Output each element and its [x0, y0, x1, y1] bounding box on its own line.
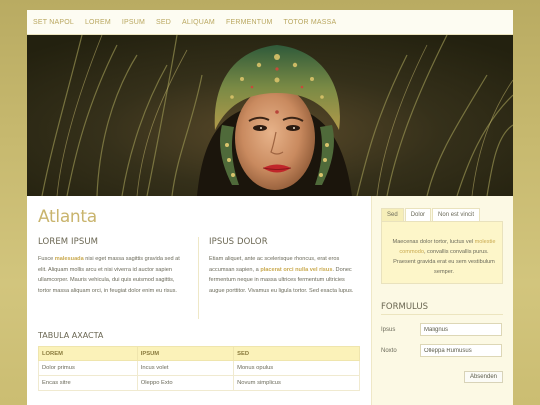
submit-button[interactable]: Absenden [463, 371, 503, 383]
ipsus-input[interactable] [420, 323, 502, 336]
column-ipsus-dolor: IPSUS DOLOR Etiam aliquet, ante ac scele… [199, 237, 360, 319]
field-label: Noxto [381, 347, 397, 354]
table-title: TABULA AXACTA [38, 331, 104, 340]
page-frame: SET NAPOL LOREM IPSUM SED ALIQUAM FERMEN… [27, 10, 513, 405]
submit-wrap: Absenden [381, 365, 503, 383]
table-header-cell: LOREM [38, 346, 138, 361]
nav-item-fermentum[interactable]: FERMENTUM [226, 19, 273, 26]
field-label: Ipsus [381, 326, 396, 333]
tab-sed[interactable]: Sed [381, 208, 404, 221]
two-column-text: LOREM IPSUM Fusce malesuada nisi eget ma… [38, 237, 361, 319]
content-area: Atlanta LOREM IPSUM Fusce malesuada nisi… [27, 196, 513, 405]
form-title: FORMULUS [381, 302, 503, 315]
table-header-cell: SED [233, 346, 360, 361]
table-cell: Encas sitre [38, 375, 138, 391]
data-table: LOREM IPSUM SED Dolor primus Incus volet… [38, 346, 360, 391]
table-cell: Novum simplicus [233, 375, 360, 391]
table-cell: Dolor primus [38, 360, 138, 376]
form-row-noxto: Noxto [381, 344, 503, 357]
top-nav: SET NAPOL LOREM IPSUM SED ALIQUAM FERMEN… [27, 10, 513, 35]
nav-item-totor-massa[interactable]: TOTOR MASSA [284, 19, 337, 26]
tab-bar: Sed Dolor Non est vincit [381, 208, 503, 221]
hero-image [27, 35, 513, 196]
hero-portrait-illustration [27, 35, 513, 196]
nav-item-aliquam[interactable]: ALIQUAM [182, 19, 215, 26]
nav-item-sed[interactable]: SED [156, 19, 171, 26]
table-row: Encas sitre Oleppo Exto Novum simplicus [38, 375, 360, 391]
table-header-cell: IPSUM [136, 346, 235, 361]
highlight-link[interactable]: placerat orci nulla vel risus [260, 267, 332, 273]
site-title: Atlanta [38, 207, 97, 227]
sidebar: Sed Dolor Non est vincit Maecenas dolor … [371, 196, 513, 405]
highlight-link[interactable]: malesuada [55, 256, 84, 262]
tab-non-est-vincit[interactable]: Non est vincit [432, 208, 481, 221]
tab-dolor[interactable]: Dolor [404, 208, 432, 221]
column-heading: IPSUS DOLOR [209, 237, 268, 247]
column-text: Fusce malesuada nisi eget massa sagittis… [38, 256, 180, 294]
column-heading: LOREM IPSUM [38, 237, 99, 247]
column-text: Etiam aliquet, ante ac scelerisque rhonc… [209, 256, 354, 294]
table-header-row: LOREM IPSUM SED [38, 346, 360, 361]
table-row: Dolor primus Incus volet Monus opulus [38, 360, 360, 376]
table-cell: Incus volet [136, 360, 235, 376]
column-lorem-ipsum: LOREM IPSUM Fusce malesuada nisi eget ma… [38, 237, 199, 319]
form-row-ipsus: Ipsus [381, 323, 503, 336]
nav-item-lorem[interactable]: LOREM [85, 19, 111, 26]
table-cell: Monus opulus [233, 360, 360, 376]
nav-item-set-napol[interactable]: SET NAPOL [33, 19, 74, 26]
tab-panel: Maecenas dolor tortor, luctus vel molest… [381, 221, 503, 284]
noxto-input[interactable] [420, 344, 502, 357]
main-column: Atlanta LOREM IPSUM Fusce malesuada nisi… [27, 196, 371, 405]
table-cell: Oleppo Exto [136, 375, 235, 391]
nav-item-ipsum[interactable]: IPSUM [122, 19, 145, 26]
